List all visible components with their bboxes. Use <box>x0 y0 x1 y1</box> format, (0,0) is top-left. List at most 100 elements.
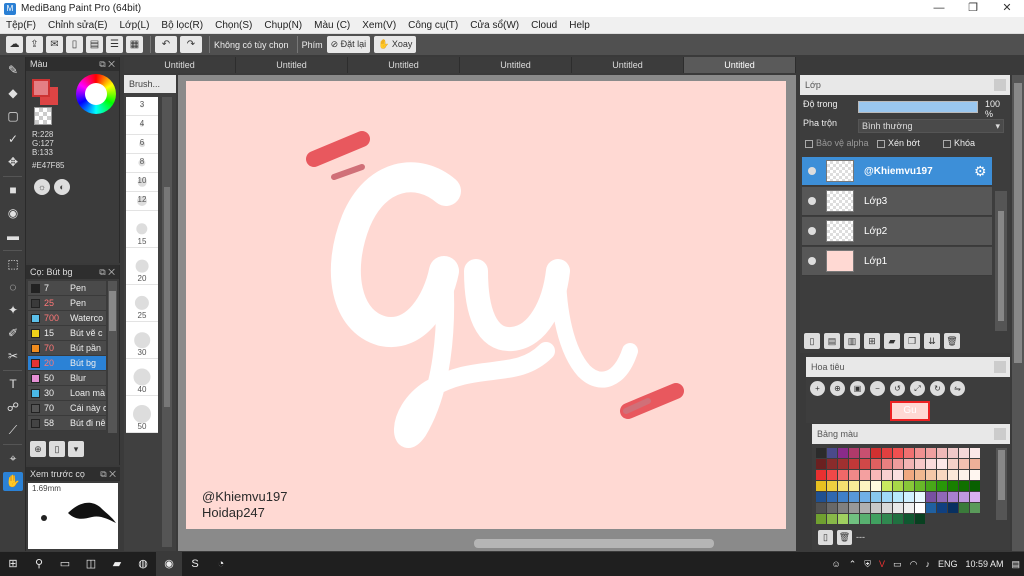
palette-swatch[interactable] <box>838 448 848 458</box>
panel-menu-icon[interactable] <box>994 79 1006 91</box>
brush-item[interactable]: 30 Loan mà <box>28 386 106 401</box>
palette-swatch[interactable] <box>937 503 947 513</box>
chat-icon[interactable]: ✉ <box>46 36 63 53</box>
palette-swatch[interactable] <box>904 481 914 491</box>
palette-swatch[interactable] <box>893 470 903 480</box>
palette-swatch[interactable] <box>959 470 969 480</box>
layer-row[interactable]: Lớp2 <box>802 217 992 246</box>
palette-swatch[interactable] <box>893 481 903 491</box>
magic-wand-tool-icon[interactable]: ✦ <box>3 301 23 320</box>
palette-swatch[interactable] <box>871 492 881 502</box>
windows-start-icon[interactable]: ⊞ <box>0 552 26 576</box>
brush-size-cell[interactable]: 6 <box>126 135 158 154</box>
brush-item[interactable]: 70 Cái này c <box>28 401 106 416</box>
menu-color[interactable]: Màu (C) <box>308 20 356 31</box>
medibang-taskbar-icon[interactable]: ◉ <box>156 552 182 576</box>
palette-swatch[interactable] <box>893 459 903 469</box>
new-halftone-layer-icon[interactable]: ▤ <box>824 333 840 349</box>
lock-option[interactable]: Khóa <box>943 138 975 148</box>
palette-swatch[interactable] <box>849 503 859 513</box>
palette-swatch[interactable] <box>838 459 848 469</box>
store-icon[interactable]: ◫ <box>78 552 104 576</box>
fullscreen-icon[interactable]: ⤢ <box>910 381 925 396</box>
brush-tool-icon[interactable]: ✎ <box>3 61 23 80</box>
palette-swatch[interactable] <box>893 448 903 458</box>
brush-size-cell[interactable]: 4 <box>126 116 158 135</box>
palette-swatch[interactable] <box>882 514 892 524</box>
palette-swatch[interactable] <box>816 492 826 502</box>
clock[interactable]: 10:59 AM <box>965 559 1003 569</box>
duplicate-layer-icon[interactable]: ❐ <box>904 333 920 349</box>
palette-swatch[interactable] <box>926 448 936 458</box>
palette-swatch[interactable] <box>970 481 980 491</box>
palette-swatch[interactable] <box>816 514 826 524</box>
palette-swatch[interactable] <box>871 514 881 524</box>
navigator-thumbnail[interactable]: Gu <box>890 401 930 421</box>
color-wheel-center[interactable] <box>85 83 107 105</box>
palette-swatch[interactable] <box>849 492 859 502</box>
new-file-icon[interactable]: ▯ <box>66 36 83 53</box>
cloud-icon[interactable]: ☁ <box>6 36 23 53</box>
rotate-button[interactable]: ✋ Xoay <box>374 36 417 53</box>
palette-swatch[interactable] <box>937 448 947 458</box>
palette-swatch[interactable] <box>849 448 859 458</box>
palette-swatch[interactable] <box>871 459 881 469</box>
palette-swatch[interactable] <box>948 448 958 458</box>
volume-icon[interactable]: ♪ <box>925 559 930 569</box>
text-tool-icon[interactable]: T <box>3 375 23 394</box>
brush-item[interactable]: 70 Bút pần <box>28 341 106 356</box>
palette-swatch[interactable] <box>959 503 969 513</box>
expand-tray-icon[interactable]: ⌃ <box>849 559 857 570</box>
menu-file[interactable]: Tệp(F) <box>0 20 42 31</box>
palette-swatch[interactable] <box>871 481 881 491</box>
scrollbar-thumb[interactable] <box>998 450 1005 500</box>
palette-swatch[interactable] <box>816 459 826 469</box>
palette-swatch[interactable] <box>871 470 881 480</box>
palette-swatch[interactable] <box>827 459 837 469</box>
panel-menu-icon[interactable] <box>994 361 1006 373</box>
select-pen-tool-icon[interactable]: ✐ <box>3 324 23 343</box>
brush-size-cell[interactable]: 30 <box>126 322 158 359</box>
brush-size-cell[interactable]: 40 <box>126 359 158 396</box>
palette-swatch[interactable] <box>816 481 826 491</box>
gradient-tool-icon[interactable]: ▬ <box>3 227 23 246</box>
palette-swatch[interactable] <box>882 481 892 491</box>
brush-item[interactable]: 700 Waterco <box>28 311 106 326</box>
document-tab[interactable]: Untitled <box>572 57 684 73</box>
palette-swatch[interactable] <box>937 481 947 491</box>
dot-tool-icon[interactable]: ▢ <box>3 107 23 126</box>
network-icon[interactable]: ◠ <box>910 559 918 570</box>
opacity-slider[interactable] <box>858 101 978 113</box>
divide-tool-icon[interactable]: ⟋ <box>3 421 23 440</box>
new-brush-icon[interactable]: ▯ <box>49 441 65 457</box>
scrollbar-thumb[interactable] <box>998 211 1004 321</box>
palette-swatch[interactable] <box>893 492 903 502</box>
palette-swatch[interactable] <box>838 514 848 524</box>
panel-close-icon[interactable]: ⧉ ✕ <box>99 265 115 279</box>
palette-swatch[interactable] <box>915 448 925 458</box>
palette-swatch[interactable] <box>860 459 870 469</box>
palette-swatch[interactable] <box>926 481 936 491</box>
messenger-icon[interactable]: ◔ <box>208 552 234 576</box>
add-layer-menu-icon[interactable]: ⊞ <box>864 333 880 349</box>
palette-swatch[interactable] <box>926 492 936 502</box>
menu-cloud[interactable]: Cloud <box>525 20 563 31</box>
palette-swatch[interactable] <box>882 503 892 513</box>
palette-swatch[interactable] <box>827 470 837 480</box>
vivaldi-icon[interactable]: V <box>879 559 885 569</box>
eyedropper-tool-icon[interactable]: ⌖ <box>3 449 23 468</box>
foreground-color-swatch[interactable] <box>32 79 50 97</box>
canvas-horizontal-scrollbar[interactable] <box>474 539 714 548</box>
palette-swatch[interactable] <box>882 492 892 502</box>
palette-swatch[interactable] <box>827 448 837 458</box>
panel-menu-icon[interactable] <box>994 428 1006 440</box>
task-view-icon[interactable]: ▭ <box>52 552 78 576</box>
menu-snap[interactable]: Chụp(N) <box>258 20 308 31</box>
palette-swatch[interactable] <box>948 459 958 469</box>
battery-icon[interactable]: ▭ <box>893 559 902 570</box>
visibility-icon[interactable] <box>808 257 816 265</box>
notification-icon[interactable]: ▤ <box>1011 559 1020 570</box>
protect-alpha-option[interactable]: Bảo vệ alpha <box>805 138 869 148</box>
maximize-button[interactable]: ❐ <box>956 0 990 17</box>
palette-swatch[interactable] <box>926 470 936 480</box>
